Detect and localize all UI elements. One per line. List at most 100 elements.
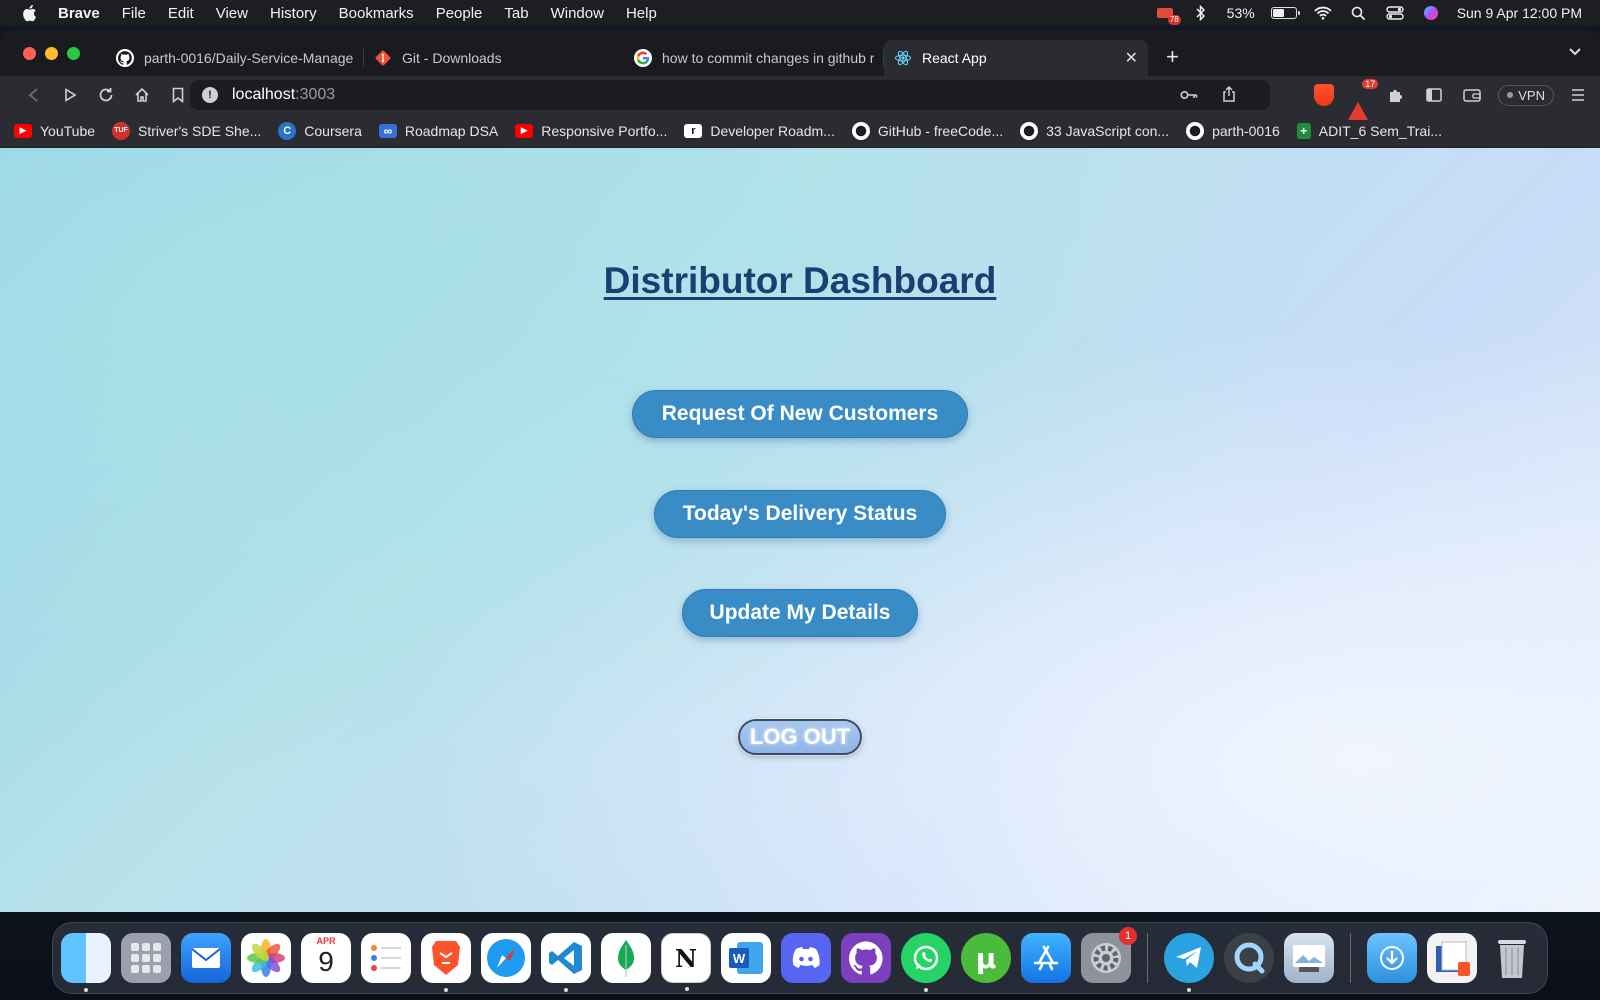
zoom-window-button[interactable] <box>67 46 80 60</box>
close-window-button[interactable] <box>23 46 36 60</box>
menu-bookmarks[interactable]: Bookmarks <box>339 5 414 22</box>
battery-percent: 53% <box>1226 5 1255 21</box>
share-icon[interactable] <box>1222 85 1236 105</box>
coursera-icon: C <box>278 121 297 140</box>
control-center-icon[interactable] <box>1385 5 1405 21</box>
system-settings-icon[interactable]: 1 <box>1081 927 1137 983</box>
bookmark-adit-sheet[interactable]: + ADIT_6 Sem_Trai... <box>1296 122 1442 139</box>
new-tab-plus-icon[interactable]: + <box>1166 44 1179 70</box>
window-controls <box>23 46 80 60</box>
dock-divider <box>1350 933 1351 983</box>
brave-browser-icon[interactable] <box>421 933 471 992</box>
update-details-button[interactable]: Update My Details <box>682 589 918 637</box>
preview-icon[interactable] <box>1284 933 1334 983</box>
telegram-icon[interactable] <box>1164 933 1214 992</box>
minimize-window-button[interactable] <box>45 46 58 60</box>
reminders-icon[interactable] <box>361 933 411 983</box>
siri-icon[interactable] <box>1421 5 1441 21</box>
tab-google-search[interactable]: how to commit changes in github re <box>624 40 884 76</box>
bookmark-responsive-portfolio[interactable]: ▶ Responsive Portfo... <box>515 123 667 139</box>
tab-github-repo[interactable]: parth-0016/Daily-Service-Managem <box>106 40 364 76</box>
documents-stack-icon[interactable] <box>1427 933 1477 983</box>
app-store-icon[interactable] <box>1021 933 1071 983</box>
tuf-icon: TUF <box>112 121 131 140</box>
react-icon <box>894 49 912 67</box>
request-new-customers-button[interactable]: Request Of New Customers <box>632 390 968 438</box>
mail-icon[interactable] <box>181 933 231 983</box>
tab-react-app[interactable]: React App ✕ <box>884 40 1148 76</box>
calendar-day: 9 <box>318 946 334 977</box>
rewards-count: 17 <box>1362 79 1379 89</box>
github-desktop-icon[interactable] <box>841 933 891 983</box>
home-icon[interactable] <box>124 81 160 109</box>
roadmap-icon: r <box>684 123 703 138</box>
bookmark-developer-roadmap[interactable]: r Developer Roadm... <box>684 123 835 139</box>
menu-people[interactable]: People <box>436 5 483 22</box>
bookmark-coursera[interactable]: C Coursera <box>278 121 362 140</box>
battery-icon[interactable] <box>1270 7 1300 19</box>
site-info-icon[interactable]: ! <box>202 87 218 103</box>
menu-history[interactable]: History <box>270 5 317 22</box>
menu-tab[interactable]: Tab <box>504 5 528 22</box>
spotlight-search-icon[interactable] <box>1349 5 1369 21</box>
notification-status-icon[interactable]: 78 <box>1155 5 1181 25</box>
password-key-icon[interactable] <box>1180 87 1198 103</box>
sheets-icon: + <box>1296 122 1311 139</box>
vscode-icon[interactable] <box>541 933 591 992</box>
delivery-status-button[interactable]: Today's Delivery Status <box>654 490 946 538</box>
apple-icon[interactable] <box>20 4 38 22</box>
running-indicator <box>564 988 568 992</box>
wallet-icon[interactable] <box>1460 81 1484 109</box>
google-icon <box>634 49 652 67</box>
finder-icon[interactable] <box>61 933 111 992</box>
running-indicator <box>444 988 448 992</box>
extensions-puzzle-icon[interactable] <box>1384 81 1408 109</box>
calendar-icon[interactable]: APR 9 <box>301 933 351 983</box>
bookmark-33-javascript[interactable]: 33 JavaScript con... <box>1020 121 1169 140</box>
bookmark-label: Striver's SDE She... <box>138 122 262 139</box>
utorrent-icon[interactable]: µ <box>961 933 1011 983</box>
tab-list-chevron-down-icon[interactable] <box>1568 44 1582 60</box>
trash-icon[interactable] <box>1487 933 1537 983</box>
word-icon[interactable]: W <box>721 933 771 983</box>
discord-icon[interactable] <box>781 933 831 983</box>
menu-edit[interactable]: Edit <box>168 5 194 22</box>
bookmark-parth-0016[interactable]: parth-0016 <box>1186 121 1280 140</box>
address-bar[interactable]: ! localhost :3003 <box>190 80 1270 110</box>
notion-icon[interactable]: N <box>661 933 711 991</box>
forward-play-icon[interactable] <box>52 81 88 109</box>
page-title: Distributor Dashboard <box>603 260 997 301</box>
vpn-button[interactable]: VPN <box>1498 84 1554 106</box>
brave-shields-icon[interactable] <box>1314 84 1335 106</box>
downloads-folder-icon[interactable] <box>1367 933 1417 983</box>
menu-window[interactable]: Window <box>551 5 604 22</box>
bookmark-label: Coursera <box>304 122 362 139</box>
wifi-icon[interactable] <box>1313 5 1333 21</box>
quicktime-icon[interactable] <box>1224 933 1274 983</box>
tab-git-downloads[interactable]: Git - Downloads <box>364 40 624 76</box>
menu-app-name[interactable]: Brave <box>58 5 100 22</box>
whatsapp-icon[interactable] <box>901 933 951 992</box>
menu-clock[interactable]: Sun 9 Apr 12:00 PM <box>1457 5 1582 21</box>
hamburger-menu-icon[interactable] <box>1568 81 1588 109</box>
back-arrow-icon[interactable] <box>16 81 52 109</box>
bookmark-roadmap-dsa[interactable]: ∞ Roadmap DSA <box>378 123 498 139</box>
notification-count: 78 <box>1167 15 1181 25</box>
menu-help[interactable]: Help <box>626 5 657 22</box>
menu-bar: Brave File Edit View History Bookmarks P… <box>0 0 1600 26</box>
close-tab-icon[interactable]: ✕ <box>1125 48 1138 68</box>
sidebar-toggle-icon[interactable] <box>1422 81 1446 109</box>
launchpad-icon[interactable] <box>121 933 171 983</box>
menu-file[interactable]: File <box>122 5 146 22</box>
bookmark-youtube[interactable]: ▶ YouTube <box>14 123 95 139</box>
bluetooth-icon[interactable] <box>1191 5 1211 21</box>
brave-rewards-icon[interactable]: 17 <box>1348 79 1379 120</box>
logout-button[interactable]: LOG OUT <box>738 719 862 755</box>
mongodb-icon[interactable] <box>601 933 651 983</box>
photos-icon[interactable] <box>241 933 291 983</box>
menu-view[interactable]: View <box>216 5 248 22</box>
bookmark-github-freecodecamp[interactable]: GitHub - freeCode... <box>851 121 1003 140</box>
bookmark-striver-sde[interactable]: TUF Striver's SDE She... <box>112 121 262 140</box>
safari-icon[interactable] <box>481 933 531 983</box>
reload-icon[interactable] <box>88 81 124 109</box>
